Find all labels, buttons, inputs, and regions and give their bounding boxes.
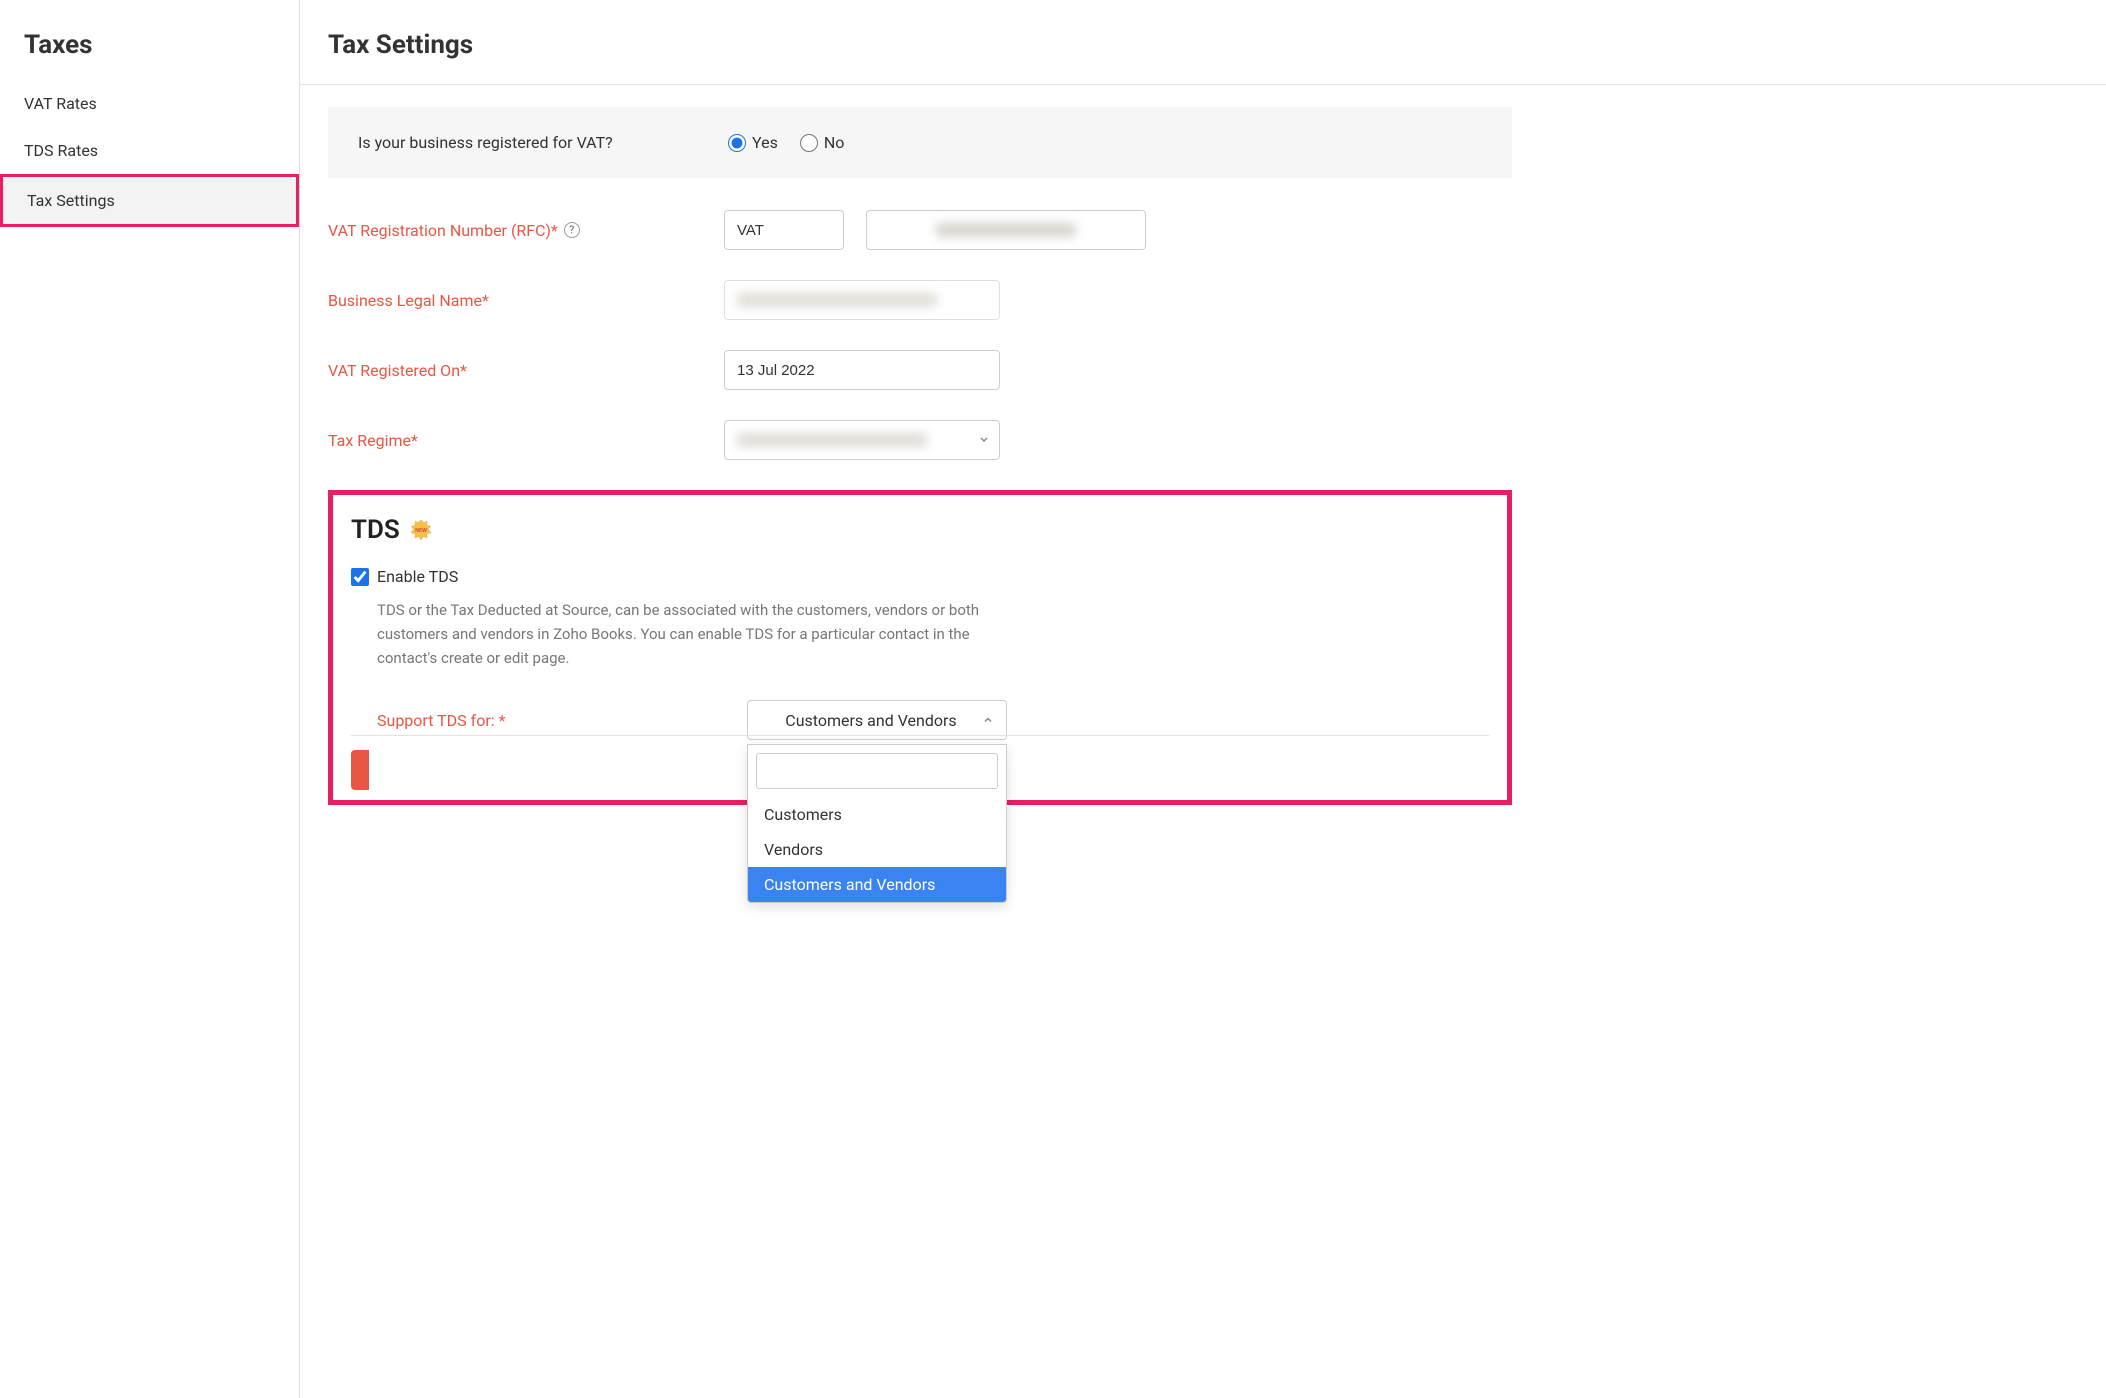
business-legal-name-input[interactable] bbox=[724, 280, 1000, 320]
sidebar-header: Taxes bbox=[0, 18, 299, 80]
row-tax-regime: Tax Regime* bbox=[328, 420, 1512, 460]
sidebar: Taxes VAT Rates TDS Rates Tax Settings bbox=[0, 0, 300, 1398]
sidebar-item-vat-rates[interactable]: VAT Rates bbox=[0, 80, 299, 127]
vat-number-input[interactable] bbox=[866, 210, 1146, 250]
vat-prefix-input[interactable] bbox=[724, 210, 844, 250]
label-business-legal-name: Business Legal Name* bbox=[328, 291, 724, 310]
enable-tds-label: Enable TDS bbox=[377, 567, 458, 586]
row-business-legal-name: Business Legal Name* bbox=[328, 280, 1512, 320]
radio-label-yes: Yes bbox=[752, 133, 778, 152]
vat-registered-label: Is your business registered for VAT? bbox=[358, 133, 728, 152]
label-tax-regime: Tax Regime* bbox=[328, 431, 724, 450]
label-vat-registered-on: VAT Registered On* bbox=[328, 361, 724, 380]
sidebar-item-tax-settings[interactable]: Tax Settings bbox=[0, 174, 299, 227]
support-tds-for-label: Support TDS for: * bbox=[377, 711, 747, 730]
radio-option-yes[interactable]: Yes bbox=[728, 133, 778, 152]
support-tds-selected: Customers and Vendors bbox=[785, 711, 956, 730]
vat-registered-banner: Is your business registered for VAT? Yes… bbox=[328, 107, 1512, 178]
label-vat-reg-number: VAT Registration Number (RFC)* ? bbox=[328, 221, 724, 240]
chevron-up-icon bbox=[982, 711, 994, 730]
dropdown-option-customers-and-vendors[interactable]: Customers and Vendors bbox=[748, 867, 1006, 902]
row-vat-reg-number: VAT Registration Number (RFC)* ? bbox=[328, 210, 1512, 250]
row-vat-registered-on: VAT Registered On* bbox=[328, 350, 1512, 390]
enable-tds-checkbox[interactable] bbox=[351, 568, 369, 586]
dropdown-option-vendors[interactable]: Vendors bbox=[748, 832, 1006, 867]
label-vat-reg-number-text: VAT Registration Number (RFC)* bbox=[328, 221, 558, 240]
tax-regime-select[interactable] bbox=[724, 420, 1000, 460]
page-title: Tax Settings bbox=[300, 20, 2106, 84]
svg-text:NEW: NEW bbox=[415, 528, 427, 534]
vat-registered-radio-group: Yes No bbox=[728, 133, 844, 152]
main-content: Tax Settings Is your business registered… bbox=[300, 0, 2106, 1398]
radio-label-no: No bbox=[824, 133, 845, 152]
tds-title: TDS bbox=[351, 515, 400, 545]
footer-divider bbox=[351, 735, 1489, 736]
tds-section: TDS NEW Enable TDS TDS or the Tax Deduct… bbox=[328, 490, 1512, 805]
new-badge-icon: NEW bbox=[410, 519, 432, 541]
radio-yes[interactable] bbox=[728, 134, 746, 152]
sidebar-item-tds-rates[interactable]: TDS Rates bbox=[0, 127, 299, 174]
dropdown-option-customers[interactable]: Customers bbox=[748, 797, 1006, 832]
sidebar-nav: VAT Rates TDS Rates Tax Settings bbox=[0, 80, 299, 227]
vat-registered-on-input[interactable] bbox=[724, 350, 1000, 390]
support-tds-select[interactable]: Customers and Vendors Customers Vendors … bbox=[747, 700, 1007, 740]
help-icon[interactable]: ? bbox=[564, 222, 580, 238]
radio-no[interactable] bbox=[800, 134, 818, 152]
save-button[interactable] bbox=[351, 750, 369, 790]
title-divider bbox=[300, 84, 2106, 85]
radio-option-no[interactable]: No bbox=[800, 133, 845, 152]
tds-description: TDS or the Tax Deducted at Source, can b… bbox=[333, 596, 1043, 670]
